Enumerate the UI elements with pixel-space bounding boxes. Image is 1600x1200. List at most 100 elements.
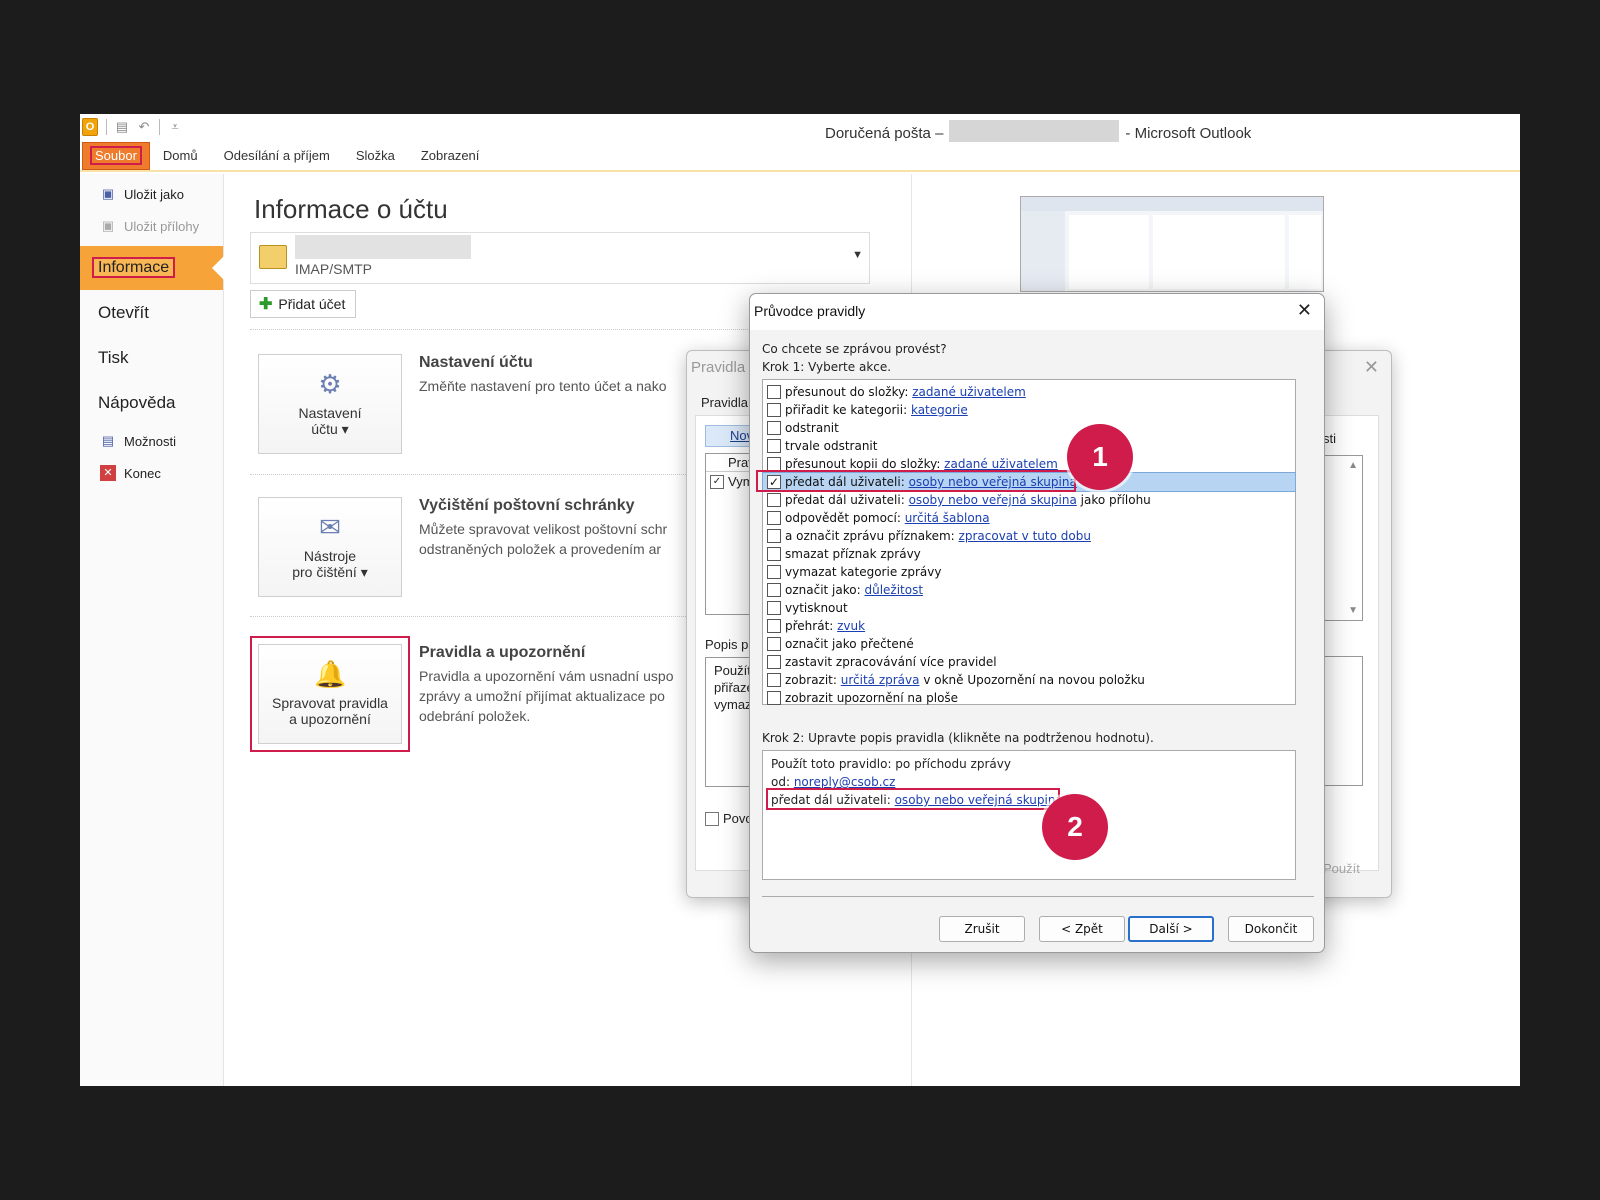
action-item[interactable]: odstranit [763, 419, 1295, 437]
scroll-up-icon[interactable]: ▲ [1348, 460, 1358, 471]
account-settings-button[interactable]: ⚙ Nastavení účtu ▾ [258, 354, 402, 454]
account-settings-icon: ⚙ [318, 369, 342, 399]
tab-folder[interactable]: Složka [343, 141, 408, 171]
nav-options[interactable]: ▤ Možnosti [80, 425, 223, 457]
desc-from-link[interactable]: noreply@csob.cz [794, 775, 896, 789]
tab-file[interactable]: Soubor [82, 142, 150, 170]
action-link[interactable]: určitá zpráva [841, 673, 920, 687]
checkbox[interactable] [767, 601, 781, 615]
highlight-forward-action [756, 470, 1076, 492]
checkbox[interactable] [767, 673, 781, 687]
account-folder-icon [259, 245, 287, 269]
rules-title: Pravidla a upozornění [419, 644, 586, 661]
title-bar: O ▤ ↶ ⩡ Doručená pošta – - Microsoft Out… [80, 114, 1520, 146]
nav-save-as[interactable]: ▣ Uložit jako [80, 178, 223, 210]
checkbox[interactable] [767, 691, 781, 705]
rules-scroll-list[interactable]: ▲ ▼ [1323, 455, 1363, 621]
actions-list[interactable]: přesunout do složky: zadané uživatelem př… [762, 379, 1296, 705]
checkbox[interactable] [767, 439, 781, 453]
rules-dialog-title: Pravidla a [691, 359, 758, 376]
manage-rules-line1: Spravovat pravidla [272, 695, 388, 711]
action-text: přiřadit ke kategorii: [785, 403, 911, 417]
action-item[interactable]: přehrát: zvuk [763, 617, 1295, 635]
finish-button[interactable]: Dokončit [1228, 916, 1314, 942]
action-item[interactable]: označit jako: důležitost [763, 581, 1295, 599]
checkbox[interactable] [767, 655, 781, 669]
nav-info[interactable]: Informace [80, 246, 224, 290]
action-link[interactable]: zadané uživatelem [944, 457, 1058, 471]
action-link[interactable]: důležitost [864, 583, 923, 597]
checkbox[interactable] [767, 511, 781, 525]
checkbox[interactable] [767, 529, 781, 543]
action-link[interactable]: kategorie [911, 403, 968, 417]
tab-home[interactable]: Domů [150, 141, 211, 171]
action-link[interactable]: zvuk [837, 619, 865, 633]
apply-button[interactable]: Použít [1323, 861, 1360, 876]
nav-print[interactable]: Tisk [80, 335, 223, 380]
action-item[interactable]: přesunout do složky: zadané uživatelem [763, 383, 1295, 401]
outlook-preview-thumbnail [1020, 196, 1324, 292]
action-link[interactable]: určitá šablona [905, 511, 990, 525]
send-receive-icon[interactable]: ▤ [115, 120, 129, 134]
action-text: zobrazit: [785, 673, 841, 687]
account-selector[interactable]: IMAP/SMTP ▼ [250, 232, 870, 284]
action-item[interactable]: vymazat kategorie zprávy [763, 563, 1295, 581]
add-account-button[interactable]: ✚ Přidat účet [250, 290, 356, 318]
checkbox[interactable] [767, 565, 781, 579]
checkbox[interactable] [767, 493, 781, 507]
close-icon[interactable]: ✕ [1297, 300, 1312, 321]
close-icon[interactable]: ✕ [1364, 357, 1379, 378]
nav-open[interactable]: Otevřít [80, 290, 223, 335]
action-item[interactable]: a označit zprávu příznakem: zpracovat v … [763, 527, 1295, 545]
action-item[interactable]: přiřadit ke kategorii: kategorie [763, 401, 1295, 419]
manage-rules-button[interactable]: 🔔 Spravovat pravidla a upozornění [258, 644, 402, 744]
chevron-down-icon[interactable]: ▼ [852, 249, 863, 261]
rule-desc-line: Použít [714, 663, 751, 678]
checkbox[interactable] [767, 385, 781, 399]
action-item[interactable]: smazat příznak zprávy [763, 545, 1295, 563]
action-item[interactable]: předat dál uživateli: osoby nebo veřejná… [763, 491, 1295, 509]
enable-rss-checkbox[interactable]: Povo [705, 811, 753, 826]
action-item[interactable]: trvale odstranit [763, 437, 1295, 455]
customize-qat-icon[interactable]: ⩡ [168, 120, 182, 134]
checkbox[interactable] [767, 403, 781, 417]
cancel-button[interactable]: Zrušit [939, 916, 1025, 942]
undo-icon[interactable]: ↶ [137, 120, 151, 134]
nav-save-attachments[interactable]: ▣ Uložit přílohy [80, 210, 223, 242]
checkbox[interactable] [767, 583, 781, 597]
wizard-header: Průvodce pravidly ✕ [750, 294, 1324, 330]
rules-text-2: zprávy a umožní přijímat aktualizace po [419, 688, 665, 704]
checkbox[interactable] [767, 547, 781, 561]
rule-desc-line: vymaz [714, 697, 752, 712]
action-item[interactable]: odpovědět pomocí: určitá šablona [763, 509, 1295, 527]
tab-view[interactable]: Zobrazení [408, 141, 493, 171]
checkbox[interactable] [767, 457, 781, 471]
scroll-down-icon[interactable]: ▼ [1348, 605, 1358, 616]
action-text: označit jako přečtené [785, 637, 914, 651]
exit-icon: ✕ [100, 465, 116, 481]
cleanup-tools-button[interactable]: ✉ Nástroje pro čištění ▾ [258, 497, 402, 597]
tab-send-receive[interactable]: Odesílání a příjem [211, 141, 343, 171]
action-item[interactable]: označit jako přečtené [763, 635, 1295, 653]
action-item[interactable]: zobrazit upozornění na ploše [763, 689, 1295, 707]
checkbox[interactable] [767, 619, 781, 633]
next-button[interactable]: Další > [1128, 916, 1214, 942]
action-text: předat dál uživateli: [785, 493, 909, 507]
checkbox[interactable] [767, 637, 781, 651]
action-item[interactable]: vytisknout [763, 599, 1295, 617]
backstage-nav: ▣ Uložit jako ▣ Uložit přílohy Informace… [80, 174, 224, 1086]
rule-desc-line: přiřaze [714, 680, 754, 695]
nav-info-label: Informace [92, 257, 176, 278]
action-link[interactable]: zadané uživatelem [912, 385, 1026, 399]
nav-help[interactable]: Nápověda [80, 380, 223, 425]
checkbox[interactable] [767, 421, 781, 435]
action-item[interactable]: zobrazit: určitá zpráva v okně Upozorněn… [763, 671, 1295, 689]
action-item[interactable]: zastavit zpracovávání více pravidel [763, 653, 1295, 671]
action-link[interactable]: zpracovat v tuto dobu [959, 529, 1091, 543]
back-button[interactable]: < Zpět [1039, 916, 1125, 942]
qat-separator [106, 119, 107, 135]
action-link[interactable]: osoby nebo veřejná skupina [909, 493, 1077, 507]
nav-exit[interactable]: ✕ Konec [80, 457, 223, 489]
tab-email-rules[interactable]: Pravidla [701, 395, 748, 410]
outlook-app-icon[interactable]: O [82, 118, 98, 136]
